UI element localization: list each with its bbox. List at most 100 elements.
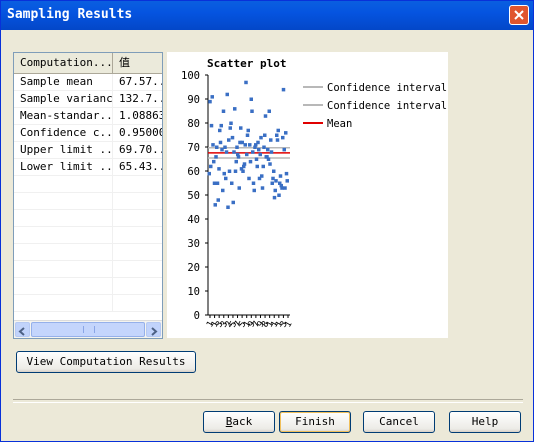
data-point	[245, 133, 250, 137]
data-point	[225, 92, 229, 97]
chart-title: Scatter plot	[207, 57, 286, 70]
title-bar[interactable]: Sampling Results	[1, 1, 533, 30]
data-point	[207, 171, 211, 176]
table-row[interactable]: Lower limit ... 65.43...	[14, 159, 162, 176]
data-point	[283, 186, 287, 190]
scatter-chart-svg: Scatter plot0102030405060708090100113325…	[181, 57, 447, 329]
y-tick-label: 70	[187, 142, 200, 154]
y-tick-label: 90	[187, 94, 200, 106]
data-point	[212, 181, 217, 185]
data-point	[230, 135, 235, 140]
separator	[13, 399, 523, 403]
data-point	[231, 200, 235, 205]
data-point	[267, 109, 271, 113]
close-icon	[514, 10, 524, 20]
y-tick-label: 60	[187, 166, 200, 178]
data-point	[236, 155, 241, 159]
horizontal-scrollbar[interactable]	[14, 320, 162, 338]
table-row-empty	[14, 193, 162, 210]
table-row[interactable]: Mean-standar... 1.08863	[14, 108, 162, 125]
back-button[interactable]: Back	[203, 411, 275, 433]
row-label: Sample variance	[14, 91, 113, 107]
data-point	[263, 114, 268, 118]
data-point	[275, 133, 279, 137]
table-row[interactable]: Upper limit ... 69.70...	[14, 142, 162, 159]
table-row[interactable]: Sample variance 132.7...	[14, 91, 162, 108]
data-point	[260, 186, 265, 190]
help-button[interactable]: Help	[449, 411, 521, 433]
data-point	[217, 167, 221, 171]
cancel-button[interactable]: Cancel	[363, 411, 435, 433]
data-point	[226, 205, 230, 209]
data-point	[213, 203, 217, 207]
data-point	[276, 128, 280, 133]
column-header-value[interactable]: 值	[113, 53, 162, 73]
data-point	[278, 174, 283, 178]
data-point	[224, 176, 228, 181]
scroll-thumb[interactable]	[31, 322, 145, 337]
y-tick-label: 40	[187, 214, 200, 226]
data-point	[273, 188, 277, 193]
data-point	[257, 147, 261, 152]
data-point	[275, 138, 280, 142]
data-point	[218, 128, 222, 133]
table-row[interactable]: Confidence c... 0.95000	[14, 125, 162, 142]
data-point	[272, 195, 277, 200]
data-point	[237, 186, 241, 190]
data-point	[247, 176, 251, 181]
data-point	[222, 171, 226, 176]
results-table: Computation... 值 Sample mean 67.57... Sa…	[13, 52, 163, 339]
data-point	[259, 135, 263, 140]
data-point	[221, 109, 226, 113]
finish-button[interactable]: Finish	[279, 411, 351, 433]
view-computation-results-button[interactable]: View Computation Results	[16, 351, 196, 373]
data-point	[223, 145, 227, 149]
data-point	[215, 145, 219, 149]
chevron-left-icon	[18, 327, 25, 336]
data-point	[266, 147, 270, 152]
data-point	[282, 147, 286, 152]
data-point	[219, 123, 223, 128]
data-point	[254, 157, 259, 161]
row-value: 69.70...	[119, 143, 162, 156]
row-value: 0.95000	[119, 126, 162, 139]
data-point	[242, 162, 247, 166]
table-row-empty	[14, 227, 162, 244]
table-row-empty	[14, 261, 162, 278]
row-label: Sample mean	[14, 74, 113, 90]
data-point	[248, 143, 252, 147]
data-point	[218, 140, 223, 145]
data-point	[251, 150, 255, 154]
row-label: Confidence c...	[14, 125, 113, 141]
data-point	[256, 140, 260, 145]
data-point	[214, 155, 218, 159]
data-point	[255, 164, 259, 169]
table-row[interactable]: Sample mean 67.57...	[14, 74, 162, 91]
sampling-results-window: Sampling Results Computation... 值 Sample…	[0, 0, 534, 442]
data-point	[246, 128, 250, 133]
data-point	[258, 152, 262, 157]
data-point	[262, 145, 266, 149]
legend-label: Confidence interval	[327, 82, 447, 94]
data-point	[285, 179, 289, 183]
data-point	[208, 99, 212, 104]
data-point	[277, 193, 281, 197]
y-tick-label: 80	[187, 118, 200, 130]
scroll-right-button[interactable]	[146, 322, 161, 337]
close-button[interactable]	[509, 5, 529, 25]
y-tick-label: 100	[181, 70, 200, 82]
data-point	[224, 150, 229, 154]
column-header-computation[interactable]: Computation...	[14, 53, 113, 73]
data-point	[245, 152, 249, 157]
row-value: 1.08863	[119, 109, 162, 122]
data-point	[270, 181, 274, 185]
table-row-empty	[14, 244, 162, 261]
chevron-right-icon	[151, 327, 158, 336]
data-point	[281, 135, 285, 140]
data-point	[227, 138, 231, 142]
scroll-left-button[interactable]	[15, 322, 30, 337]
data-point	[230, 181, 234, 185]
table-row-empty	[14, 176, 162, 193]
data-point	[284, 171, 289, 176]
table-row-empty	[14, 278, 162, 295]
